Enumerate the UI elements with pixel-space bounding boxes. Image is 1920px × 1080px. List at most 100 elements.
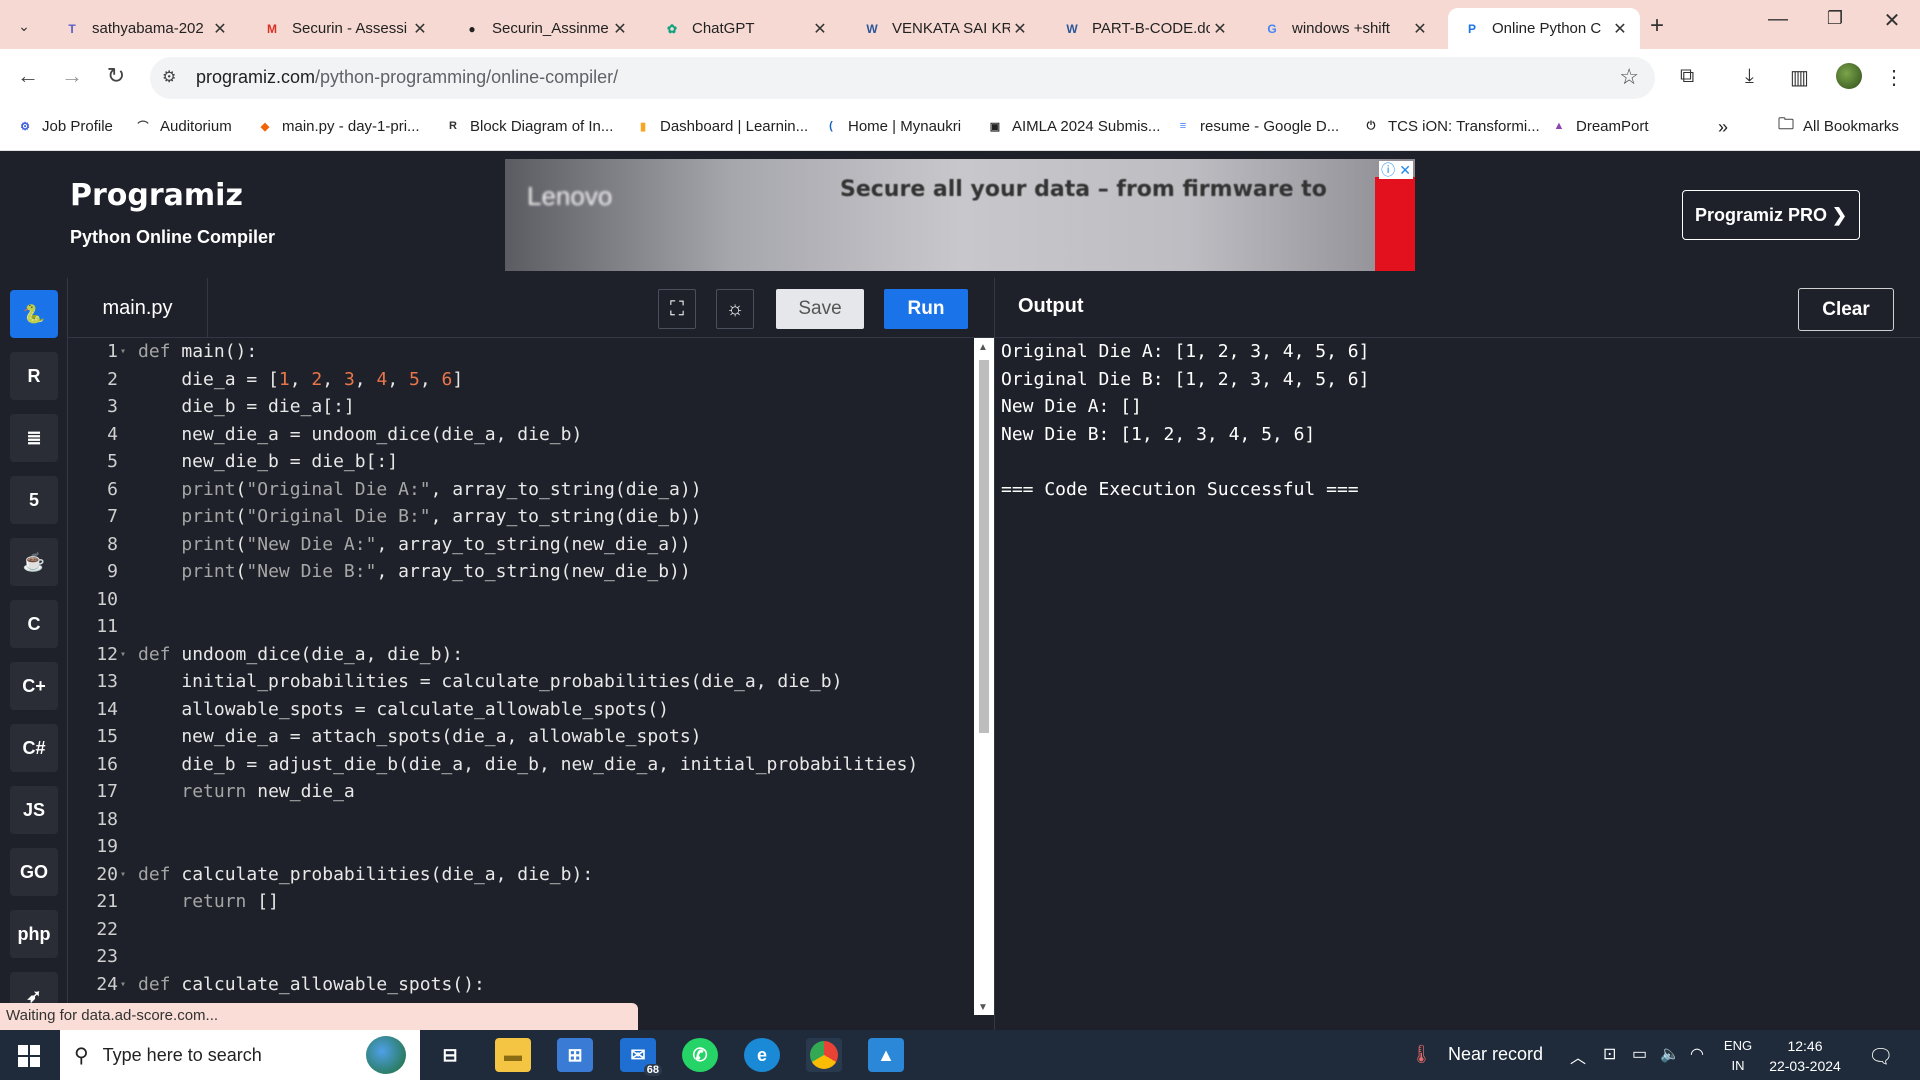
edge-icon[interactable]: e (744, 1038, 780, 1072)
editor-scrollbar[interactable]: ▲ ▼ (974, 338, 994, 1015)
java-language-icon[interactable]: ☕ (10, 538, 58, 586)
bookmark-item[interactable]: ▮ Dashboard | Learnin... (634, 117, 808, 135)
code-line[interactable]: 19 (68, 833, 968, 861)
theme-toggle-icon[interactable]: ☼ (716, 289, 754, 329)
notifications-icon[interactable]: 🗨 (1868, 1044, 1893, 1069)
code-line[interactable]: 5 new_die_b = die_b[:] (68, 448, 968, 476)
profile-avatar[interactable] (1836, 63, 1862, 89)
code-line[interactable]: 8 print("New Die A:", array_to_string(ne… (68, 531, 968, 559)
reload-icon[interactable]: ↻ (100, 63, 132, 89)
browser-tab[interactable]: W VENKATA SAI KR ✕ (848, 8, 1040, 49)
code-line[interactable]: 10 (68, 586, 968, 614)
scroll-down-icon[interactable]: ▼ (978, 1002, 988, 1013)
tray-chevron-icon[interactable]: ︿ (1570, 1044, 1586, 1068)
code-line[interactable]: 13 initial_probabilities = calculate_pro… (68, 668, 968, 696)
tab-close-icon[interactable]: ✕ (210, 19, 230, 39)
fold-arrow-icon[interactable]: ▾ (120, 338, 126, 366)
photos-icon[interactable]: ▲ (868, 1038, 904, 1072)
bookmark-item[interactable]: ◆ main.py - day-1-pri... (256, 117, 420, 135)
fold-arrow-icon[interactable]: ▾ (120, 861, 126, 889)
code-line[interactable]: 12 ▾ def undoom_dice(die_a, die_b): (68, 641, 968, 669)
taskbar-search[interactable]: ⚲ Type here to search (60, 1030, 420, 1080)
javascript-language-icon[interactable]: JS (10, 786, 58, 834)
programiz-logo[interactable]: Programiz (70, 178, 243, 213)
go-language-icon[interactable]: GO (10, 848, 58, 896)
file-explorer-icon[interactable]: ▬ (495, 1038, 531, 1072)
search-highlight-globe-icon[interactable] (366, 1036, 406, 1074)
url-text[interactable]: programiz.com/python-programming/online-… (196, 67, 618, 88)
code-line[interactable]: 1 ▾ def main(): (68, 338, 968, 366)
bookmark-item[interactable]: ⏻ TCS iON: Transformi... (1362, 117, 1540, 135)
weather-icon[interactable]: 🌡 (1410, 1044, 1433, 1065)
code-line[interactable]: 18 (68, 806, 968, 834)
bookmark-item[interactable]: (Home | Mynaukri (822, 117, 961, 135)
volume-icon[interactable]: 🔈 (1660, 1044, 1680, 1064)
fold-arrow-icon[interactable]: ▾ (120, 641, 126, 669)
bookmark-item[interactable]: ⚙ Job Profile (16, 117, 113, 135)
programiz-pro-button[interactable]: Programiz PRO ❯ (1682, 190, 1860, 240)
bookmark-item[interactable]: ⌒ Auditorium (134, 117, 232, 135)
address-bar[interactable]: ⚙ programiz.com/python-programming/onlin… (150, 57, 1655, 99)
code-line[interactable]: 24 ▾ def calculate_allowable_spots(): (68, 971, 968, 999)
menu-kebab-icon[interactable]: ⋮ (1884, 65, 1904, 90)
tab-close-icon[interactable]: ✕ (410, 19, 430, 39)
code-line[interactable]: 20 ▾ def calculate_probabilities(die_a, di… (68, 861, 968, 889)
side-panel-icon[interactable]: ▥ (1790, 65, 1809, 90)
tab-close-icon[interactable]: ✕ (810, 19, 830, 39)
python-language-icon[interactable]: 🐍 (10, 290, 58, 338)
bookmark-item[interactable]: ▣ AIMLA 2024 Submis... (986, 117, 1161, 135)
more-bookmarks-icon[interactable]: » (1718, 117, 1728, 138)
back-icon[interactable]: ← (12, 63, 44, 89)
bookmark-item[interactable]: ▲ DreamPort (1550, 117, 1649, 135)
browser-tab[interactable]: P Online Python C ✕ (1448, 8, 1640, 49)
windows-start-icon[interactable] (18, 1045, 40, 1067)
code-line[interactable]: 14 allowable_spots = calculate_allowable… (68, 696, 968, 724)
fullscreen-icon[interactable]: ⛶ (658, 289, 696, 329)
microsoft-store-icon[interactable]: ⊞ (557, 1038, 593, 1072)
scroll-up-icon[interactable]: ▲ (978, 342, 988, 353)
browser-tab[interactable]: Gwindows +shift ✕ (1248, 8, 1440, 49)
new-tab-button[interactable]: + (1650, 12, 1664, 40)
csharp-language-icon[interactable]: C# (10, 724, 58, 772)
battery-icon[interactable]: ▭ (1632, 1044, 1647, 1064)
tab-close-icon[interactable]: ✕ (1010, 19, 1030, 39)
code-line[interactable]: 6 print("Original Die A:", array_to_stri… (68, 476, 968, 504)
tab-close-icon[interactable]: ✕ (1210, 19, 1230, 39)
code-line[interactable]: 23 (68, 943, 968, 971)
code-line[interactable]: 7 print("Original Die B:", array_to_stri… (68, 503, 968, 531)
forward-icon[interactable]: → (56, 63, 88, 89)
whatsapp-icon[interactable]: ✆ (682, 1038, 718, 1072)
mail-icon[interactable]: ✉ 68 (620, 1038, 662, 1076)
browser-tab[interactable]: ✿ ChatGPT ✕ (648, 8, 840, 49)
restore-icon[interactable]: ❐ (1815, 8, 1855, 29)
clock[interactable]: 12:46 22-03-2024 (1760, 1036, 1850, 1076)
file-tab-main-py[interactable]: main.py (68, 278, 208, 338)
extensions-icon[interactable]: ⧉ (1680, 65, 1694, 88)
tab-close-icon[interactable]: ✕ (1610, 19, 1630, 39)
browser-tab[interactable]: W PART-B-CODE.dc ✕ (1048, 8, 1240, 49)
code-line[interactable]: 11 (68, 613, 968, 641)
code-line[interactable]: 21 return [] (68, 888, 968, 916)
code-line[interactable]: 17 return new_die_a (68, 778, 968, 806)
c-language-icon[interactable]: C (10, 600, 58, 648)
language-indicator[interactable]: ENG IN (1716, 1036, 1760, 1076)
tab-close-icon[interactable]: ✕ (610, 19, 630, 39)
meet-icon[interactable]: ⊡ (1603, 1044, 1616, 1064)
tab-close-icon[interactable]: ✕ (1410, 19, 1430, 39)
task-view-icon[interactable]: ⊟ (432, 1038, 468, 1072)
bookmark-item[interactable]: ≡ resume - Google D... (1174, 117, 1339, 135)
sql-language-icon[interactable]: ≣ (10, 414, 58, 462)
code-line[interactable]: 9 print("New Die B:", array_to_string(ne… (68, 558, 968, 586)
bookmark-star-icon[interactable]: ☆ (1619, 64, 1639, 90)
all-bookmarks[interactable]: 🗀 All Bookmarks (1777, 116, 1899, 135)
bookmark-item[interactable]: R Block Diagram of In... (444, 117, 613, 135)
close-window-icon[interactable]: ✕ (1872, 8, 1912, 33)
code-line[interactable]: 15 new_die_a = attach_spots(die_a, allow… (68, 723, 968, 751)
chrome-icon[interactable] (806, 1038, 842, 1072)
site-info-icon[interactable]: ⚙ (162, 67, 176, 87)
download-icon[interactable]: ⤓ (1745, 65, 1754, 88)
browser-tab[interactable]: M Securin - Assessi ✕ (248, 8, 440, 49)
fold-arrow-icon[interactable]: ▾ (120, 971, 126, 999)
advertisement-banner[interactable]: Lenovo Secure all your data – from firmw… (505, 159, 1415, 271)
code-line[interactable]: 3 die_b = die_a[:] (68, 393, 968, 421)
